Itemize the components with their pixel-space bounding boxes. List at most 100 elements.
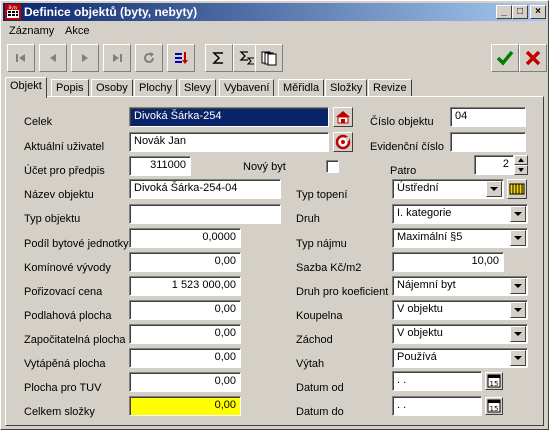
- menu-akce[interactable]: Akce: [65, 25, 89, 37]
- next-record-button[interactable]: [71, 44, 99, 72]
- tab-slozky[interactable]: Složky: [325, 79, 368, 97]
- tab-objekt[interactable]: Objekt: [5, 77, 47, 98]
- chevron-down-icon[interactable]: [510, 278, 526, 294]
- ucet-field[interactable]: 311000: [129, 156, 191, 176]
- podlahova-label: Podlahová plocha: [24, 310, 112, 322]
- sazba-field[interactable]: 10,00: [392, 252, 504, 272]
- druh-label: Druh: [296, 213, 320, 225]
- chevron-down-icon[interactable]: [510, 230, 526, 246]
- nazev-field[interactable]: Divoká Šárka-254-04: [129, 179, 281, 199]
- podlahova-field[interactable]: 0,00: [129, 300, 241, 320]
- sum-icon: [212, 52, 223, 64]
- celek-label: Celek: [24, 116, 53, 128]
- first-record-button[interactable]: [7, 44, 35, 72]
- typ-najmu-select[interactable]: Maximální §5: [392, 228, 528, 248]
- prev-record-button[interactable]: [39, 44, 67, 72]
- spin-down-icon: [518, 168, 524, 172]
- datum-od-calendar-button[interactable]: 15: [485, 372, 503, 390]
- kominove-field[interactable]: 0,00: [129, 252, 241, 272]
- copy-pages-button[interactable]: [255, 44, 283, 72]
- sort-button[interactable]: [167, 44, 195, 72]
- celkem-field[interactable]: 0,00: [129, 396, 241, 416]
- zachod-select[interactable]: V objektu: [392, 324, 528, 344]
- cislo-objektu-field[interactable]: 04: [450, 107, 526, 127]
- novy-byt-label: Nový byt: [243, 161, 286, 173]
- typ-topeni-select[interactable]: Ústřední: [392, 179, 504, 199]
- celek-field[interactable]: Divoká Šárka-254: [129, 107, 329, 127]
- tab-popis[interactable]: Popis: [51, 79, 89, 97]
- datum-do-label: Datum do: [296, 406, 344, 418]
- druh-koef-select[interactable]: Nájemní byt: [392, 276, 528, 296]
- app-icon: Byty: [5, 4, 21, 20]
- title-bar: Byty Definice objektů (byty, nebyty) _ □…: [3, 3, 546, 21]
- zachod-label: Záchod: [296, 334, 333, 346]
- vytah-select[interactable]: Používá: [392, 348, 528, 368]
- refresh-button[interactable]: [135, 44, 163, 72]
- typ-objektu-label: Typ objektu: [24, 213, 81, 225]
- typ-najmu-label: Typ nájmu: [296, 238, 347, 250]
- tab-slevy[interactable]: Slevy: [179, 79, 216, 97]
- datum-od-label: Datum od: [296, 382, 344, 394]
- tuv-field[interactable]: 0,00: [129, 372, 241, 392]
- celek-button[interactable]: [333, 107, 353, 127]
- evidencni-cislo-field[interactable]: [450, 132, 526, 152]
- datum-do-field[interactable]: . .: [392, 396, 482, 416]
- tab-vybaveni[interactable]: Vybavení: [219, 79, 275, 97]
- porizovaci-field[interactable]: 1 523 000,00: [129, 276, 241, 296]
- zachod-value: V objektu: [397, 327, 443, 339]
- house-icon: [336, 111, 350, 124]
- zapocitatelna-field[interactable]: 0,00: [129, 324, 241, 344]
- chevron-down-icon[interactable]: [510, 326, 526, 342]
- maximize-button[interactable]: □: [512, 5, 528, 19]
- aktualni-uzivatel-field[interactable]: Novák Jan: [129, 132, 329, 152]
- datum-od-field[interactable]: . .: [392, 371, 482, 391]
- typ-objektu-field[interactable]: [129, 204, 281, 224]
- sort-icon: [175, 52, 188, 64]
- chevron-down-icon[interactable]: [510, 350, 526, 366]
- vytapena-field[interactable]: 0,00: [129, 348, 241, 368]
- datum-do-calendar-button[interactable]: 15: [485, 397, 503, 415]
- celkem-label: Celkem složky: [24, 406, 95, 418]
- person-c-icon: [335, 134, 351, 150]
- confirm-check-icon: [496, 50, 514, 66]
- koupelna-select[interactable]: V objektu: [392, 300, 528, 320]
- chevron-down-icon[interactable]: [510, 302, 526, 318]
- tab-plochy[interactable]: Plochy: [134, 79, 178, 97]
- sum-button[interactable]: [205, 44, 233, 72]
- calendar-od-badge: 15: [490, 380, 499, 388]
- cancel-button[interactable]: [519, 44, 547, 72]
- calendar-icon: 15: [487, 374, 501, 388]
- tab-meridla[interactable]: Měřidla: [278, 79, 325, 97]
- druh-koef-label: Druh pro koeficient: [296, 286, 389, 298]
- chevron-down-icon[interactable]: [486, 181, 502, 197]
- first-record-icon: [16, 54, 25, 62]
- novy-byt-checkbox[interactable]: [326, 160, 339, 173]
- aktualni-uzivatel-label: Aktuální uživatel: [24, 141, 105, 153]
- patro-field[interactable]: 2: [474, 155, 514, 175]
- porizovaci-label: Pořizovací cena: [24, 286, 103, 298]
- calendar-do-badge: 15: [490, 405, 499, 413]
- spin-up-icon: [518, 158, 524, 162]
- tab-revize[interactable]: Revize: [368, 79, 412, 97]
- last-record-button[interactable]: [103, 44, 131, 72]
- chevron-down-icon[interactable]: [510, 206, 526, 222]
- close-button[interactable]: ×: [530, 5, 546, 19]
- objekt-panel: Celek Divoká Šárka-254 Číslo objektu 04 …: [5, 96, 544, 426]
- app-icon-text: Byty: [8, 5, 18, 10]
- tuv-label: Plocha pro TUV: [24, 382, 102, 394]
- druh-select[interactable]: I. kategorie: [392, 204, 528, 224]
- ucet-label: Účet pro předpis: [24, 165, 105, 177]
- uzivatel-button[interactable]: [333, 132, 353, 152]
- kominove-label: Komínové vývody: [24, 262, 111, 274]
- confirm-button[interactable]: [491, 44, 519, 72]
- minimize-button[interactable]: _: [496, 5, 512, 19]
- tab-osoby[interactable]: Osoby: [91, 79, 133, 97]
- refresh-icon: [144, 52, 154, 63]
- menu-zaznamy[interactable]: Záznamy: [9, 25, 54, 37]
- topeni-button[interactable]: [507, 179, 527, 199]
- patro-spin-down[interactable]: [514, 165, 528, 175]
- patro-spin-up[interactable]: [514, 155, 528, 165]
- nazev-label: Název objektu: [24, 189, 94, 201]
- copy-pages-icon: [261, 51, 277, 66]
- podil-field[interactable]: 0,0000: [129, 228, 241, 248]
